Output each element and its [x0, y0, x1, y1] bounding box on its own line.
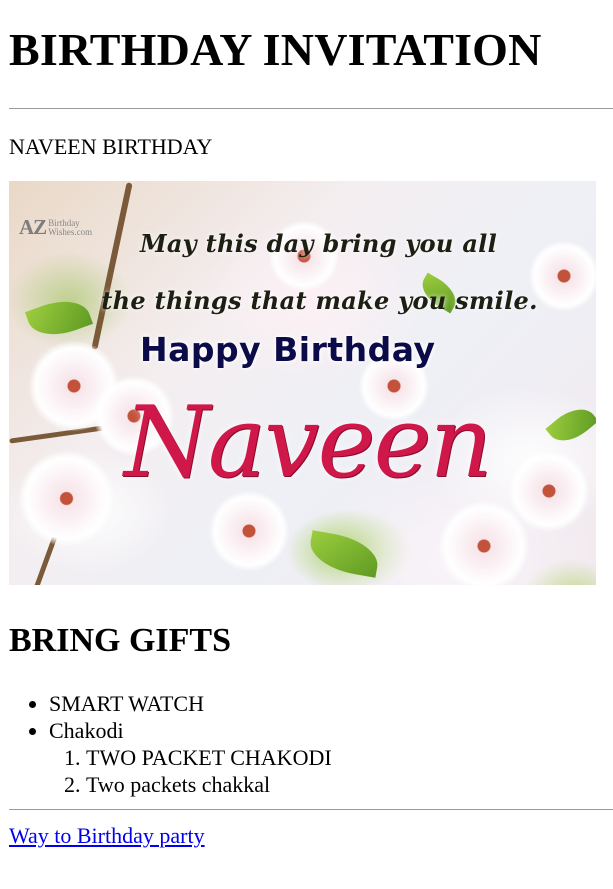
sub-gift-list: TWO PACKET CHAKODI Two packets chakkal [49, 744, 613, 798]
branch-decoration [91, 182, 133, 350]
blossom-decoration [209, 491, 289, 571]
page-title: BIRTHDAY INVITATION [9, 24, 542, 75]
blossom-decoration [19, 451, 114, 546]
gifts-heading: BRING GIFTS [9, 622, 231, 659]
birthday-card-image: AZ Birthday Wishes.com May this day brin… [9, 181, 596, 585]
leaf-decoration [306, 530, 382, 578]
gift-list: SMART WATCH Chakodi TWO PACKET CHAKODI T… [9, 690, 613, 798]
card-message-line1: May this day bring you all [139, 229, 498, 258]
list-item: Chakodi TWO PACKET CHAKODI Two packets c… [49, 717, 613, 798]
list-item: Two packets chakkal [86, 771, 613, 798]
list-item: SMART WATCH [49, 690, 613, 717]
leaf-decoration [545, 399, 596, 451]
list-item: TWO PACKET CHAKODI [86, 744, 613, 771]
blossom-decoration [509, 451, 589, 531]
card-name: Naveen [124, 386, 493, 500]
list-item-label: Chakodi [49, 718, 124, 743]
page: BIRTHDAY INVITATION NAVEEN BIRTHDAY AZ B… [0, 0, 613, 850]
card-message-line2: the things that make you smile. [101, 286, 538, 315]
divider-bottom [9, 809, 613, 810]
page-subtitle: NAVEEN BIRTHDAY [9, 134, 213, 159]
card-greeting: Happy Birthday [140, 330, 436, 369]
blossom-decoration [439, 501, 529, 585]
divider-top [9, 108, 613, 109]
party-location-link[interactable]: Way to Birthday party [9, 822, 205, 850]
